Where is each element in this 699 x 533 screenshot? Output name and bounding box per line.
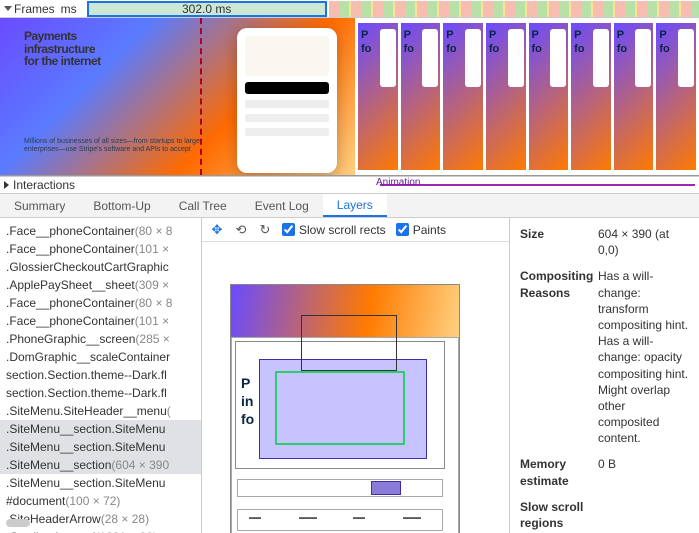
detail-size-key: Size <box>520 226 598 258</box>
layer-tree-item[interactable]: .SiteMenu__section(604 × 390 <box>0 456 201 474</box>
detail-size-val: 604 × 390 (at 0,0) <box>598 226 689 258</box>
tab-summary[interactable]: Summary <box>0 194 79 217</box>
layer-tree-item[interactable]: .SiteMenu__section.SiteMenu <box>0 438 201 456</box>
layer-tree-item[interactable]: section.Section.theme--Dark.fl <box>0 384 201 402</box>
layer-tree-item[interactable]: .SiteMenu.SiteHeader__menu( <box>0 402 201 420</box>
screenshot-large: Payments infrastructure for the internet… <box>0 18 355 175</box>
reset-view-icon[interactable]: ⟲ <box>234 223 248 237</box>
interactions-row: Interactions Animation <box>0 176 699 194</box>
slow-scroll-checkbox[interactable] <box>282 223 295 236</box>
paints-checkbox[interactable] <box>396 223 409 236</box>
animation-label: Animation <box>376 177 420 188</box>
layer-details: Size604 × 390 (at 0,0) Compositing Reaso… <box>509 218 699 533</box>
checkbox-slow-scroll[interactable]: Slow scroll rects <box>282 223 386 237</box>
layer-tree-item[interactable]: .ApplePaySheet__sheet(309 × <box>0 276 201 294</box>
layer-tree-item[interactable]: .Face__phoneContainer(101 × <box>0 240 201 258</box>
layer-tree-item[interactable]: .Face__phoneContainer(101 × <box>0 312 201 330</box>
playhead-marker <box>200 18 202 175</box>
interactions-disclosure-icon[interactable] <box>4 181 9 189</box>
frames-unit: ms <box>61 2 77 16</box>
interactions-label: Interactions <box>13 178 75 192</box>
frames-disclosure-icon[interactable] <box>4 6 12 11</box>
frames-label: Frames <box>14 2 55 16</box>
animation-bar[interactable] <box>380 184 695 186</box>
tab-layers[interactable]: Layers <box>323 194 387 217</box>
layer-tree-item[interactable]: .SiteMenu__section.SiteMenu <box>0 420 201 438</box>
layer-tree-item[interactable]: .PhoneGraphic__screen(285 × <box>0 330 201 348</box>
layers-3d-view[interactable]: P in fo ▬▬ ▬▬▬ ▬▬ ▬▬▬ <box>202 242 509 533</box>
layer-tree-item[interactable]: .GradientLegend(1231 × 99) <box>0 528 201 533</box>
detail-comp-val: Has a will-change: transform compositing… <box>598 268 689 446</box>
screenshot-strip[interactable]: Payments infrastructure for the internet… <box>0 18 699 176</box>
frames-ruler: Frames ms 302.0 ms <box>0 0 699 18</box>
tab-call-tree[interactable]: Call Tree <box>165 194 241 217</box>
layer-tree-item[interactable]: section.Section.theme--Dark.fl <box>0 366 201 384</box>
tab-bottom-up[interactable]: Bottom-Up <box>79 194 164 217</box>
layer-tree-item[interactable]: .Face__phoneContainer(80 × 8 <box>0 294 201 312</box>
layer-tree-item[interactable]: .DomGraphic__scaleContainer <box>0 348 201 366</box>
phone-mockup <box>237 28 337 173</box>
detail-mem-val: 0 B <box>598 456 689 488</box>
layer-tree-item[interactable]: .Face__phoneContainer(80 × 8 <box>0 222 201 240</box>
pan-icon[interactable]: ✥ <box>210 223 224 237</box>
layer-tree-item[interactable]: .SiteHeaderArrow(28 × 28) <box>0 510 201 528</box>
layer-tree-item[interactable]: .SiteMenu__section.SiteMenu <box>0 474 201 492</box>
detail-mem-key: Memory estimate <box>520 456 598 488</box>
scrollbar-pill <box>6 519 30 527</box>
layer-tree-item[interactable]: #document(100 × 72) <box>0 492 201 510</box>
frame-segment[interactable]: 302.0 ms <box>87 1 327 17</box>
detail-slow-key: Slow scroll regions <box>520 499 598 531</box>
layers-toolbar: ✥ ⟲ ↻ Slow scroll rects Paints <box>202 218 509 242</box>
panel-tabs: Summary Bottom-Up Call Tree Event Log La… <box>0 194 699 218</box>
screenshot-thumbnails: Pfo Pfo Pfo Pfo Pfo Pfo Pfo Pfo <box>355 18 699 175</box>
layers-tree[interactable]: .Face__phoneContainer(80 × 8.Face__phone… <box>0 218 202 533</box>
checkbox-paints[interactable]: Paints <box>396 223 446 237</box>
frame-strip[interactable] <box>329 1 699 17</box>
layer-tree-item[interactable]: .GlossierCheckoutCartGraphic <box>0 258 201 276</box>
detail-comp-key: Compositing Reasons <box>520 268 598 446</box>
tab-event-log[interactable]: Event Log <box>241 194 323 217</box>
rotate-icon[interactable]: ↻ <box>258 223 272 237</box>
